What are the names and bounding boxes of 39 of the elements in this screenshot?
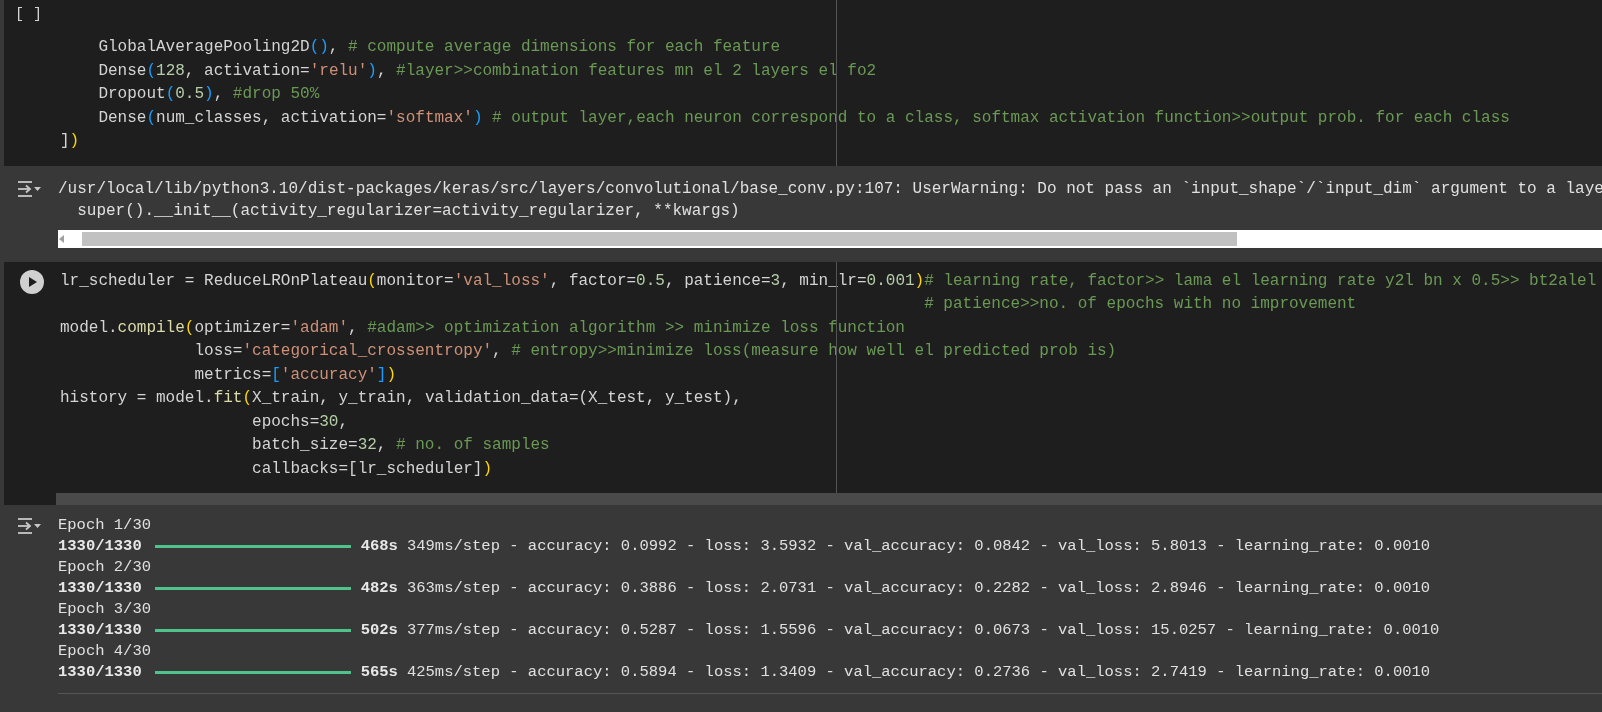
step-count: 1330/1330 bbox=[58, 663, 142, 682]
epoch-label: Epoch 1/30 bbox=[58, 515, 152, 536]
epoch-time: 565s bbox=[360, 663, 398, 682]
horizontal-scrollbar[interactable] bbox=[58, 229, 1602, 248]
epoch-time: 502s bbox=[360, 621, 398, 640]
code-line: Dense(128, activation='relu'), #layer>>combination features mn el 2 layers el fo2 bbox=[97, 60, 878, 82]
code-line: metrics=['accuracy']) bbox=[193, 364, 398, 386]
code-line: model.compile(optimizer='adam', #adam>> optimization algorithm >> minimize loss function bbox=[60, 317, 906, 339]
code-line: batch_size=32, # no. of samples bbox=[251, 435, 551, 456]
metrics-text: 425ms/step - accuracy: 0.5894 - loss: 1.3409 - val_accuracy: 0.2736 - val_loss: 2.7419 - learning_rate: 0.0010 bbox=[406, 663, 1431, 682]
warning-text: /usr/local/lib/python3.10/dist-packages/keras/src/layers/convolutional/base_conv.py:107: UserWarning: Do not pass an `input_shape`/`input_dim` argument to a laye bbox=[58, 178, 1602, 200]
code-line: Dropout(0.5), #drop 50% bbox=[97, 84, 321, 105]
code-line: epochs=30, bbox=[251, 411, 350, 433]
step-count: 1330/1330 bbox=[58, 579, 142, 598]
metrics-text: 349ms/step - accuracy: 0.0992 - loss: 3.5932 - val_accuracy: 0.0842 - val_loss: 5.8013 - learning_rate: 0.0010 bbox=[406, 537, 1431, 556]
epoch-time: 482s bbox=[360, 579, 398, 598]
epoch-label: Epoch 2/30 bbox=[58, 557, 152, 578]
step-count: 1330/1330 bbox=[58, 537, 142, 556]
code-line: history = model.fit(X_train, y_train, validation_data=(X_test, y_test), bbox=[60, 388, 743, 409]
code-line: Dense(num_classes, activation='softmax') # output layer,each neuron correspond to a class, softmax activation function>>output prob. for each class bbox=[97, 107, 1511, 129]
run-button[interactable] bbox=[20, 269, 44, 294]
epoch-label: Epoch 3/30 bbox=[58, 599, 152, 620]
code-line: lr_scheduler = ReduceLROnPlateau(monitor='val_loss', factor=0.5, patience=3, min_lr=0.001)# learning rate, factor>> lama el learning rate y2l bn x 0.5>> bt2alel bbox=[60, 270, 1598, 292]
epoch-time: 468s bbox=[360, 537, 398, 556]
step-count: 1330/1330 bbox=[58, 621, 142, 640]
play-icon bbox=[26, 275, 38, 288]
code-line: callbacks=[lr_scheduler]) bbox=[251, 458, 494, 480]
metrics-text: 377ms/step - accuracy: 0.5287 - loss: 1.5596 - val_accuracy: 0.0673 - val_loss: 15.0257 - learning_rate: 0.0010 bbox=[406, 621, 1440, 640]
metrics-text: 363ms/step - accuracy: 0.3886 - loss: 2.0731 - val_accuracy: 0.2282 - val_loss: 2.8946 - learning_rate: 0.0010 bbox=[406, 579, 1431, 598]
code-line: GlobalAveragePooling2D(), # compute average dimensions for each feature bbox=[97, 37, 782, 58]
code-line: loss='categorical_crossentropy', # entropy>>minimize loss(measure how well el predicted prob is) bbox=[193, 341, 1118, 362]
epoch-label: Epoch 4/30 bbox=[58, 641, 152, 662]
output-toggle-icon[interactable] bbox=[16, 517, 42, 535]
left-arrow-icon[interactable] bbox=[58, 234, 66, 243]
code-line: # patience>>no. of epochs with no improvement bbox=[923, 294, 1358, 315]
code-line: ]) bbox=[60, 131, 81, 152]
warning-text: super().__init__(activity_regularizer=activity_regularizer, **kwargs) bbox=[76, 200, 741, 222]
execution-count: [ ] bbox=[15, 6, 42, 23]
output-toggle-icon[interactable] bbox=[16, 179, 42, 198]
